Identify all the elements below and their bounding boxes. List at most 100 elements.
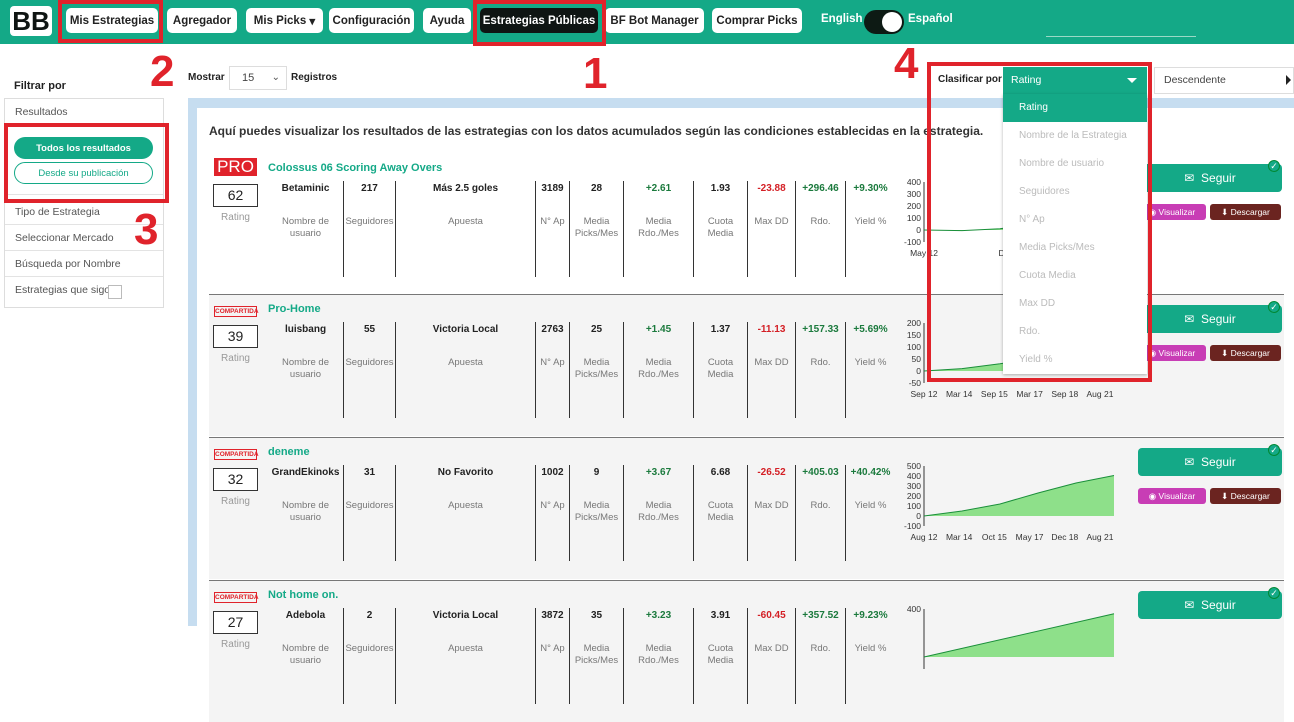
stat-n_ap: 3189 N° Ap — [535, 181, 569, 277]
svg-text:BB: BB — [12, 6, 50, 36]
seguir-button[interactable]: ✉ Seguir — [1138, 448, 1282, 476]
compartida-badge: COMPARTIDA — [214, 592, 259, 603]
seguir-label: Seguir — [1201, 171, 1236, 185]
x-tick-label: Sep 15 — [981, 389, 1008, 399]
stat-value: Adebola — [285, 610, 326, 621]
stat-followers: 2 Seguidores — [343, 608, 395, 704]
stat-value: 6.68 — [710, 467, 731, 478]
top-navbar: BB Mis Estrategias Agregador Mis Picks ▾… — [0, 0, 1294, 44]
stat-label: Max DD — [754, 216, 789, 227]
stat-label: Seguidores — [345, 216, 394, 227]
strategy-name-link[interactable]: Colossus 06 Scoring Away Overs — [268, 162, 442, 174]
stat-label: Yield % — [854, 216, 887, 227]
stat-value: 1002 — [541, 467, 564, 478]
nav-mis-picks-label: Mis Picks — [253, 14, 307, 27]
stat-yield: +9.23% Yield % — [845, 608, 895, 704]
chevron-down-icon: ▾ — [309, 15, 316, 28]
annotation-box-1 — [473, 0, 606, 46]
filter-resultados[interactable]: Resultados — [5, 99, 163, 125]
y-tick-label: 400 — [907, 604, 921, 614]
stat-value: -60.45 — [757, 610, 786, 621]
stat-label: Apuesta — [448, 500, 483, 511]
seguir-button[interactable]: ✉ Seguir — [1138, 305, 1282, 333]
strategy-name-link[interactable]: Pro-Home — [268, 303, 321, 315]
nav-configuracion[interactable]: Configuración — [329, 8, 414, 33]
chart-svg: 400 — [907, 604, 1115, 669]
y-tick-label: -50 — [909, 378, 922, 388]
seguir-button[interactable]: ✉ Seguir — [1138, 591, 1282, 619]
seguir-button[interactable]: ✉ Seguir — [1138, 164, 1282, 192]
pro-badge: PRO — [214, 158, 257, 176]
annotation-box-2 — [58, 0, 163, 43]
stat-value: 35 — [590, 610, 603, 621]
strategy-name-link[interactable]: Not home on. — [268, 589, 338, 601]
stat-label: Seguidores — [345, 500, 394, 511]
mail-icon: ✉ — [1184, 171, 1195, 185]
y-tick-label: 100 — [907, 213, 921, 223]
sort-direction-select[interactable]: Descendente — [1154, 67, 1294, 94]
nav-comprar-picks[interactable]: Comprar Picks — [712, 8, 802, 33]
stat-value: 28 — [590, 183, 603, 194]
x-tick-label: Mar 14 — [946, 532, 973, 542]
stat-value: 3.91 — [710, 610, 731, 621]
sort-direction-value: Descendente — [1164, 74, 1226, 86]
nav-ayuda[interactable]: Ayuda — [423, 8, 471, 33]
stat-label: Media Rdo./Mes — [638, 643, 679, 666]
strategy-name-link[interactable]: deneme — [268, 446, 310, 458]
stat-label: Apuesta — [448, 643, 483, 654]
stat-label: Media Rdo./Mes — [638, 216, 679, 239]
compartida-badge: COMPARTIDA — [214, 306, 259, 317]
descargar-button[interactable]: ⬇ Descargar — [1210, 488, 1281, 504]
stat-user: Betaminic Nombre de usuario — [268, 181, 343, 277]
stat-value: 1.37 — [710, 324, 731, 335]
stat-label: Nombre de usuario — [282, 357, 329, 380]
language-toggle[interactable] — [864, 10, 904, 34]
stat-value: No Favorito — [437, 467, 494, 478]
annotation-box-4 — [927, 62, 1152, 382]
stat-value: Victoria Local — [432, 610, 499, 621]
visualizar-button[interactable]: ◉ Visualizar — [1138, 488, 1206, 504]
stat-n_ap: 1002 N° Ap — [535, 465, 569, 561]
stat-value: 3189 — [541, 183, 564, 194]
stat-value: +157.33 — [802, 324, 839, 335]
y-tick-label: 400 — [907, 471, 921, 481]
stat-rdo_mes: +3.67 Media Rdo./Mes — [623, 465, 693, 561]
performance-chart: 500 400 300 200 100 0 -100 Aug 12 Mar 14 Oct 15 Ma… — [898, 460, 1118, 563]
stat-label: Media Picks/Mes — [574, 357, 619, 380]
y-tick-label: 0 — [916, 366, 921, 376]
stat-label: Max DD — [754, 643, 789, 654]
stat-maxdd: -11.13 Max DD — [747, 322, 795, 418]
mail-icon: ✉ — [1184, 598, 1195, 612]
annotation-number-2: 2 — [150, 47, 175, 96]
estrategias-sigo-checkbox[interactable] — [108, 285, 122, 299]
nav-mis-picks[interactable]: Mis Picks ▾ — [246, 8, 323, 33]
stat-n_ap: 2763 N° Ap — [535, 322, 569, 418]
stat-label: Media Picks/Mes — [574, 500, 619, 523]
mail-icon: ✉ — [1184, 312, 1195, 326]
stat-value: 25 — [590, 324, 603, 335]
stat-value: +9.30% — [853, 183, 888, 194]
stat-rdo_mes: +2.61 Media Rdo./Mes — [623, 181, 693, 277]
descargar-button[interactable]: ⬇ Descargar — [1210, 345, 1281, 361]
nav-agregador[interactable]: Agregador — [167, 8, 237, 33]
mostrar-label: Mostrar — [188, 72, 225, 83]
stat-bet: Victoria Local Apuesta — [395, 322, 535, 418]
page-size-select[interactable]: 15 ⌄ — [229, 66, 287, 90]
search-underline[interactable] — [1046, 36, 1196, 37]
stat-value: 217 — [361, 183, 378, 194]
x-tick-label: Aug 21 — [1087, 532, 1114, 542]
intro-text: Aquí puedes visualizar los resultados de… — [209, 124, 984, 138]
filter-busqueda-nombre[interactable]: Búsqueda por Nombre — [5, 251, 163, 277]
lang-espanol-label: Español — [908, 13, 953, 25]
stat-label: Apuesta — [448, 357, 483, 368]
stat-maxdd: -23.88 Max DD — [747, 181, 795, 277]
x-tick-label: Aug 21 — [1087, 389, 1114, 399]
performance-chart: 400 — [898, 603, 1118, 706]
x-tick-label: Aug 12 — [911, 532, 938, 542]
descargar-button[interactable]: ⬇ Descargar — [1210, 204, 1281, 220]
x-tick-label: Oct 15 — [982, 532, 1007, 542]
filter-estrategias-que-sigo[interactable]: Estrategias que sigo — [5, 277, 163, 303]
y-tick-label: 200 — [907, 491, 921, 501]
logo[interactable]: BB — [8, 6, 54, 36]
nav-bf-bot-manager[interactable]: BF Bot Manager — [605, 8, 704, 33]
